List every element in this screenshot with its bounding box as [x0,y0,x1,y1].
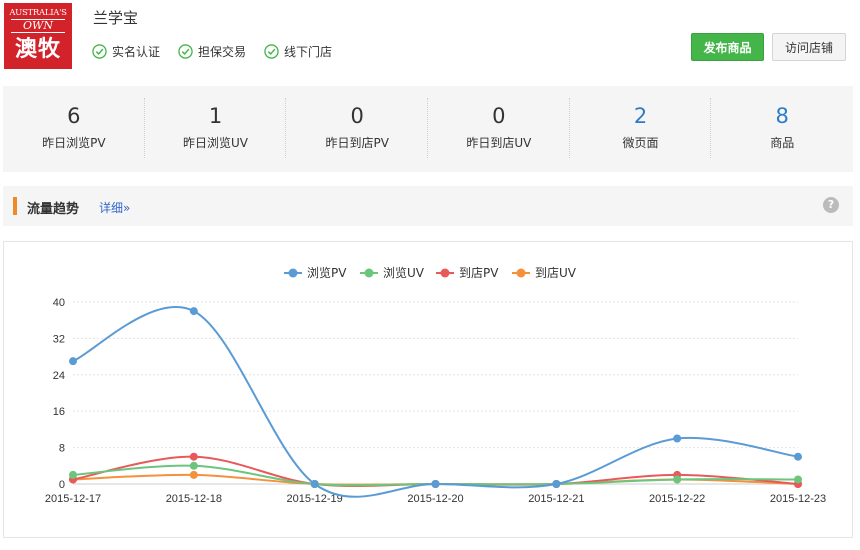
publish-product-button[interactable]: 发布商品 [691,33,764,61]
legend-label: 到店PV [459,266,499,280]
check-circle-icon [178,44,193,59]
x-tick-label: 2015-12-18 [166,493,222,505]
stat-value: 1 [208,104,223,128]
stat-label: 微页面 [622,136,659,150]
data-point [794,452,802,461]
badge-label: 线下门店 [284,45,333,59]
data-point [310,480,319,488]
section-title: 流量趋势 [27,202,80,217]
legend-label: 到店UV [535,266,577,280]
stat-value: 8 [775,104,789,128]
data-point [673,475,682,484]
stat-label: 昨日浏览UV [183,136,248,150]
stat-micro-pages[interactable]: 2 微页面 [570,86,712,172]
stat-products[interactable]: 8 商品 [711,86,853,172]
y-tick-label: 32 [53,333,65,345]
stat-label: 商品 [770,136,795,150]
data-point [431,480,440,488]
badge-label: 担保交易 [198,45,247,59]
x-tick-label: 2015-12-20 [407,493,463,505]
detail-link[interactable]: 详细» [99,199,130,216]
data-point [189,461,198,470]
data-point [69,470,77,479]
logo-line1: AUSTRALIA'S [9,8,67,18]
x-tick-label: 2015-12-23 [770,493,826,505]
shop-name: 兰学宝 [93,9,139,27]
data-point [673,434,682,443]
data-point [69,357,77,366]
x-tick-label: 2015-12-17 [45,493,101,505]
x-tick-label: 2015-12-21 [528,493,584,505]
badge-offline-store: 线下门店 [264,43,332,60]
y-tick-label: 16 [53,406,65,418]
traffic-trend-header: 流量趋势 详细» ? [3,186,853,226]
logo-line3: 澳牧 [14,37,61,62]
stat-value: 0 [350,104,364,128]
x-tick-label: 2015-12-22 [649,493,705,505]
legend-swatch-dot [288,268,298,278]
stat-store-pv[interactable]: 0 昨日到店PV [286,86,428,172]
stats-panel: 6 昨日浏览PV 1 昨日浏览UV 0 昨日到店PV 0 昨日到店UV 2 微页… [3,86,853,172]
legend-label: 浏览PV [307,265,347,280]
stat-label: 昨日到店PV [325,136,389,150]
logo-line2: OWN [11,19,65,33]
stat-value: 2 [633,104,648,128]
data-point [189,307,198,316]
legend-swatch-dot [516,268,526,278]
legend-swatch-dot [364,268,374,278]
stat-value: 6 [67,104,81,128]
traffic-line-chart: 08162432402015-12-17 2015-12-18 2015-12-19… [45,265,826,505]
badge-real-name: 实名认证 [92,43,160,60]
stat-yesterday-uv[interactable]: 1 昨日浏览UV [145,86,287,172]
stat-label: 昨日到店UV [466,136,532,150]
y-tick-label: 24 [53,370,65,382]
stat-value: 0 [492,104,506,128]
check-circle-icon [92,44,107,59]
verification-badges: 实名认证 担保交易 线下门店 [92,43,350,60]
help-icon[interactable]: ? [823,197,839,213]
legend-swatch-dot [440,268,450,278]
y-tick-label: 0 [59,479,65,491]
stat-yesterday-pv[interactable]: 6 昨日浏览PV [3,86,145,172]
series-line [72,306,799,498]
badge-escrow: 担保交易 [178,43,246,60]
section-accent-bar [13,197,17,215]
check-circle-icon [264,44,279,59]
data-point [189,452,198,461]
traffic-chart: 0 8 16 24 32 40 2015-12-17 2015-12-18 2015-12-19… [3,241,853,538]
y-tick-label: 8 [59,443,65,455]
data-point [189,470,198,479]
stat-label: 昨日浏览PV [42,136,106,150]
badge-label: 实名认证 [112,45,161,59]
stat-store-uv[interactable]: 0 昨日到店UV [428,86,570,172]
data-point [794,475,802,484]
legend-label: 浏览UV [383,265,425,280]
shop-logo: AUSTRALIA'S OWN 澳牧 [4,3,72,69]
y-tick-label: 40 [53,297,65,309]
data-point [552,480,561,488]
visit-store-button[interactable]: 访问店铺 [772,33,846,61]
